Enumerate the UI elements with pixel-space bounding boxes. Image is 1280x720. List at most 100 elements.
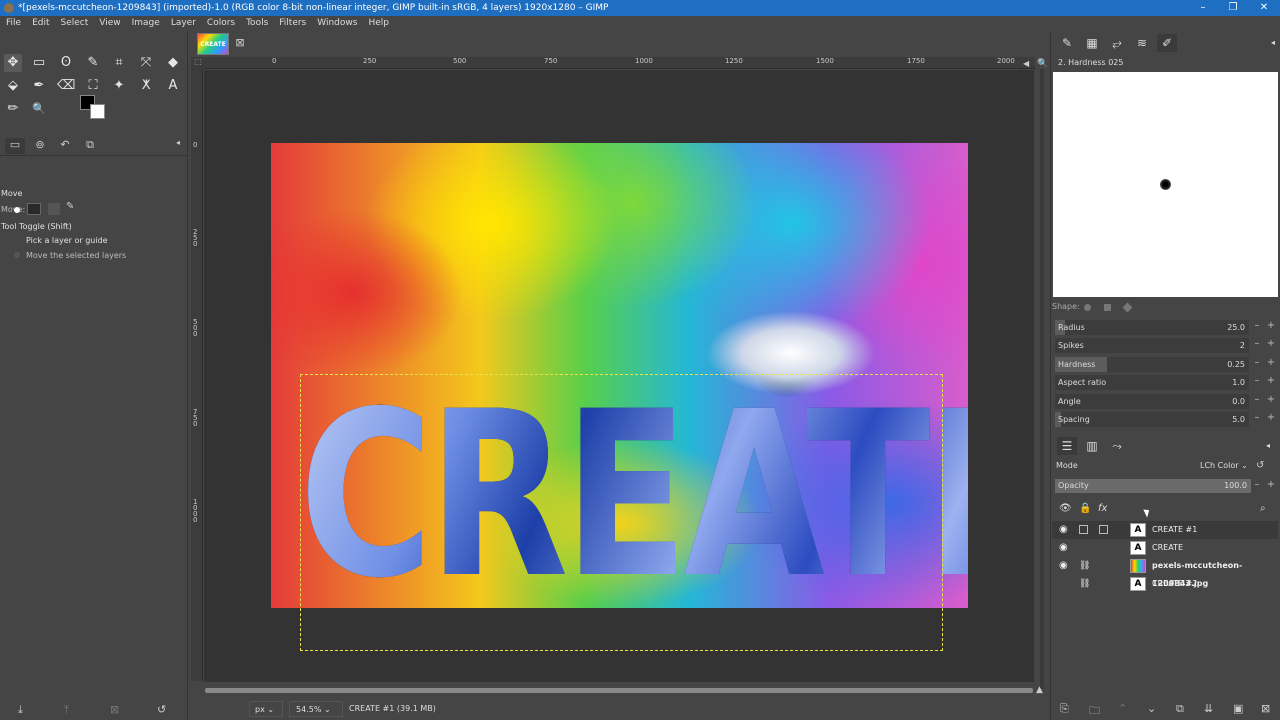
square-shape-icon[interactable] — [1104, 304, 1111, 311]
paintbrush-tool-icon[interactable]: ✒ — [30, 77, 48, 95]
new-layer-icon[interactable]: ⎘ — [1060, 702, 1069, 716]
delete-options-icon[interactable]: ⊠ — [110, 703, 119, 716]
layer-row[interactable]: ◉ A CREATE #1 — [1052, 521, 1278, 539]
zoom-tool-icon[interactable]: 🔍 — [30, 100, 48, 118]
mode-reset-icon[interactable]: ↺ — [1256, 460, 1264, 471]
bucket-fill-tool-icon[interactable]: ⬙ — [4, 77, 22, 95]
pick-layer-option[interactable]: Pick a layer or guide — [26, 236, 108, 245]
menu-view[interactable]: View — [93, 16, 125, 31]
patterns-tab-icon[interactable]: ▦ — [1082, 34, 1102, 52]
move-path-mode-icon[interactable]: ✎ — [66, 201, 74, 212]
radius-decrease-icon[interactable]: – — [1252, 320, 1262, 331]
move-tool-icon[interactable]: ✥ — [4, 54, 22, 72]
menu-file[interactable]: File — [0, 16, 26, 31]
hardness-decrease-icon[interactable]: – — [1252, 357, 1262, 368]
eraser-tool-icon[interactable]: ⌫ — [57, 77, 75, 95]
move-selected-radio[interactable] — [14, 252, 20, 258]
tool-options-tab-icon[interactable]: ▭ — [5, 138, 25, 154]
minimize-button[interactable]: – — [1188, 0, 1218, 16]
menu-layer[interactable]: Layer — [165, 16, 201, 31]
delete-layer-icon[interactable]: ⊠ — [1261, 702, 1270, 715]
layer-row[interactable]: ◉ A CREATE — [1052, 539, 1278, 557]
layer-name[interactable]: CREATE #2 — [1152, 575, 1197, 593]
text-tool-icon[interactable]: A — [164, 77, 182, 95]
ruler-corner[interactable]: ⬚ — [191, 57, 205, 69]
layer-name[interactable]: CREATE #1 — [1152, 521, 1197, 539]
lasso-tool-icon[interactable]: ʘ — [57, 54, 75, 72]
menu-tools[interactable]: Tools — [240, 16, 273, 31]
menu-colors[interactable]: Colors — [201, 16, 240, 31]
images-tab-icon[interactable]: ⧉ — [80, 138, 100, 154]
chain-link-icon[interactable]: ⛓ — [1079, 575, 1090, 593]
menu-windows[interactable]: Windows — [311, 16, 362, 31]
horizontal-ruler[interactable]: 0 250 500 750 1000 1250 1500 1750 2000 — [205, 57, 1035, 69]
configure-tab-icon[interactable]: ◂ — [168, 138, 188, 154]
maximize-button[interactable]: ❐ — [1218, 0, 1248, 16]
layer-row[interactable]: ⛓ A CREATE #2 — [1052, 575, 1278, 593]
radius-increase-icon[interactable]: + — [1266, 320, 1276, 331]
unit-select[interactable]: px ⌄ — [249, 701, 283, 717]
layer-row[interactable]: ◉ ⛓ pexels-mccutcheon-1209843.jpg — [1052, 557, 1278, 588]
pick-layer-radio[interactable] — [14, 207, 20, 213]
layer-name[interactable]: CREATE — [1152, 539, 1183, 557]
link-checkbox[interactable] — [1079, 525, 1088, 534]
aspect-ratio-slider[interactable]: Aspect ratio 1.0 — [1055, 375, 1249, 390]
background-color-swatch[interactable] — [90, 104, 105, 119]
visibility-eye-icon[interactable]: ◉ — [1059, 521, 1068, 539]
brush-editor-tab-icon[interactable]: ✐ — [1157, 34, 1177, 52]
layer-boundary-selection[interactable] — [300, 374, 943, 651]
transform-tool-icon[interactable]: ⤧ — [137, 54, 155, 72]
circle-shape-icon[interactable] — [1084, 304, 1091, 311]
vertical-ruler[interactable]: 0 2 5 0 5 0 0 7 5 0 1 0 0 0 — [191, 69, 203, 681]
close-window-button[interactable]: ✕ — [1249, 0, 1279, 16]
channels-tab-icon[interactable]: ▥ — [1082, 437, 1102, 455]
color-picker-tool-icon[interactable]: ✏ — [4, 100, 22, 118]
aspect-decrease-icon[interactable]: – — [1252, 375, 1262, 386]
paths-tool-icon[interactable]: ⵅ — [137, 77, 155, 95]
move-selection-mode-icon[interactable] — [48, 203, 60, 215]
move-layer-mode-icon[interactable] — [27, 203, 41, 215]
opacity-slider[interactable]: Opacity 100.0 — [1055, 479, 1251, 493]
clone-tool-icon[interactable]: ⛶ — [84, 77, 102, 95]
hardness-slider[interactable]: Hardness 0.25 — [1055, 357, 1249, 372]
visibility-eye-icon[interactable]: ◉ — [1059, 557, 1068, 575]
angle-increase-icon[interactable]: + — [1266, 394, 1276, 405]
paths-tab-icon[interactable]: ⤳ — [1107, 437, 1127, 455]
warp-tool-icon[interactable]: ◆ — [164, 54, 182, 72]
menu-filters[interactable]: Filters — [273, 16, 311, 31]
radius-slider[interactable]: Radius 25.0 — [1055, 320, 1249, 335]
ruler-menu-icon[interactable]: ◀ — [1023, 59, 1029, 68]
layer-search-icon[interactable]: ⌕ — [1260, 503, 1266, 514]
angle-slider[interactable]: Angle 0.0 — [1055, 394, 1249, 409]
hardness-increase-icon[interactable]: + — [1266, 357, 1276, 368]
merge-layer-icon[interactable]: ⇊ — [1204, 702, 1213, 715]
rect-select-tool-icon[interactable]: ▭ — [30, 54, 48, 72]
spikes-decrease-icon[interactable]: – — [1252, 338, 1262, 349]
spikes-increase-icon[interactable]: + — [1266, 338, 1276, 349]
spacing-decrease-icon[interactable]: – — [1252, 412, 1262, 423]
angle-decrease-icon[interactable]: – — [1252, 394, 1262, 405]
paint-dynamics-tab-icon[interactable]: ⥂ — [1107, 34, 1127, 52]
menu-select[interactable]: Select — [55, 16, 94, 31]
opacity-decrease-icon[interactable]: – — [1252, 479, 1262, 490]
reset-options-icon[interactable]: ↺ — [157, 703, 166, 716]
smudge-tool-icon[interactable]: ✦ — [110, 77, 128, 95]
duplicate-layer-icon[interactable]: ⧉ — [1176, 702, 1184, 716]
dock-configure-icon[interactable]: ◂ — [1263, 34, 1280, 52]
layers-configure-icon[interactable]: ◂ — [1258, 437, 1278, 455]
crop-tool-icon[interactable]: ⌗ — [110, 54, 128, 72]
layers-stack-tab-icon[interactable]: ≋ — [1132, 34, 1152, 52]
vertical-scrollbar[interactable] — [1040, 69, 1044, 689]
new-layer-group-icon[interactable]: 🗀 — [1089, 702, 1100, 720]
lock-checkbox[interactable] — [1099, 525, 1108, 534]
menu-help[interactable]: Help — [362, 16, 394, 31]
lower-layer-icon[interactable]: ⌄ — [1147, 702, 1156, 715]
mode-select[interactable]: LCh Color ⌄ — [1200, 461, 1248, 470]
spacing-increase-icon[interactable]: + — [1266, 412, 1276, 423]
close-image-tab-icon[interactable]: ⊠ — [233, 36, 247, 50]
chain-link-icon[interactable]: ⛓ — [1079, 557, 1090, 575]
zoom-image-icon[interactable]: 🔍 — [1037, 59, 1048, 69]
spikes-slider[interactable]: Spikes 2 — [1055, 338, 1249, 353]
move-selected-option[interactable]: Move the selected layers — [26, 251, 126, 260]
undo-history-tab-icon[interactable]: ↶ — [55, 138, 75, 154]
